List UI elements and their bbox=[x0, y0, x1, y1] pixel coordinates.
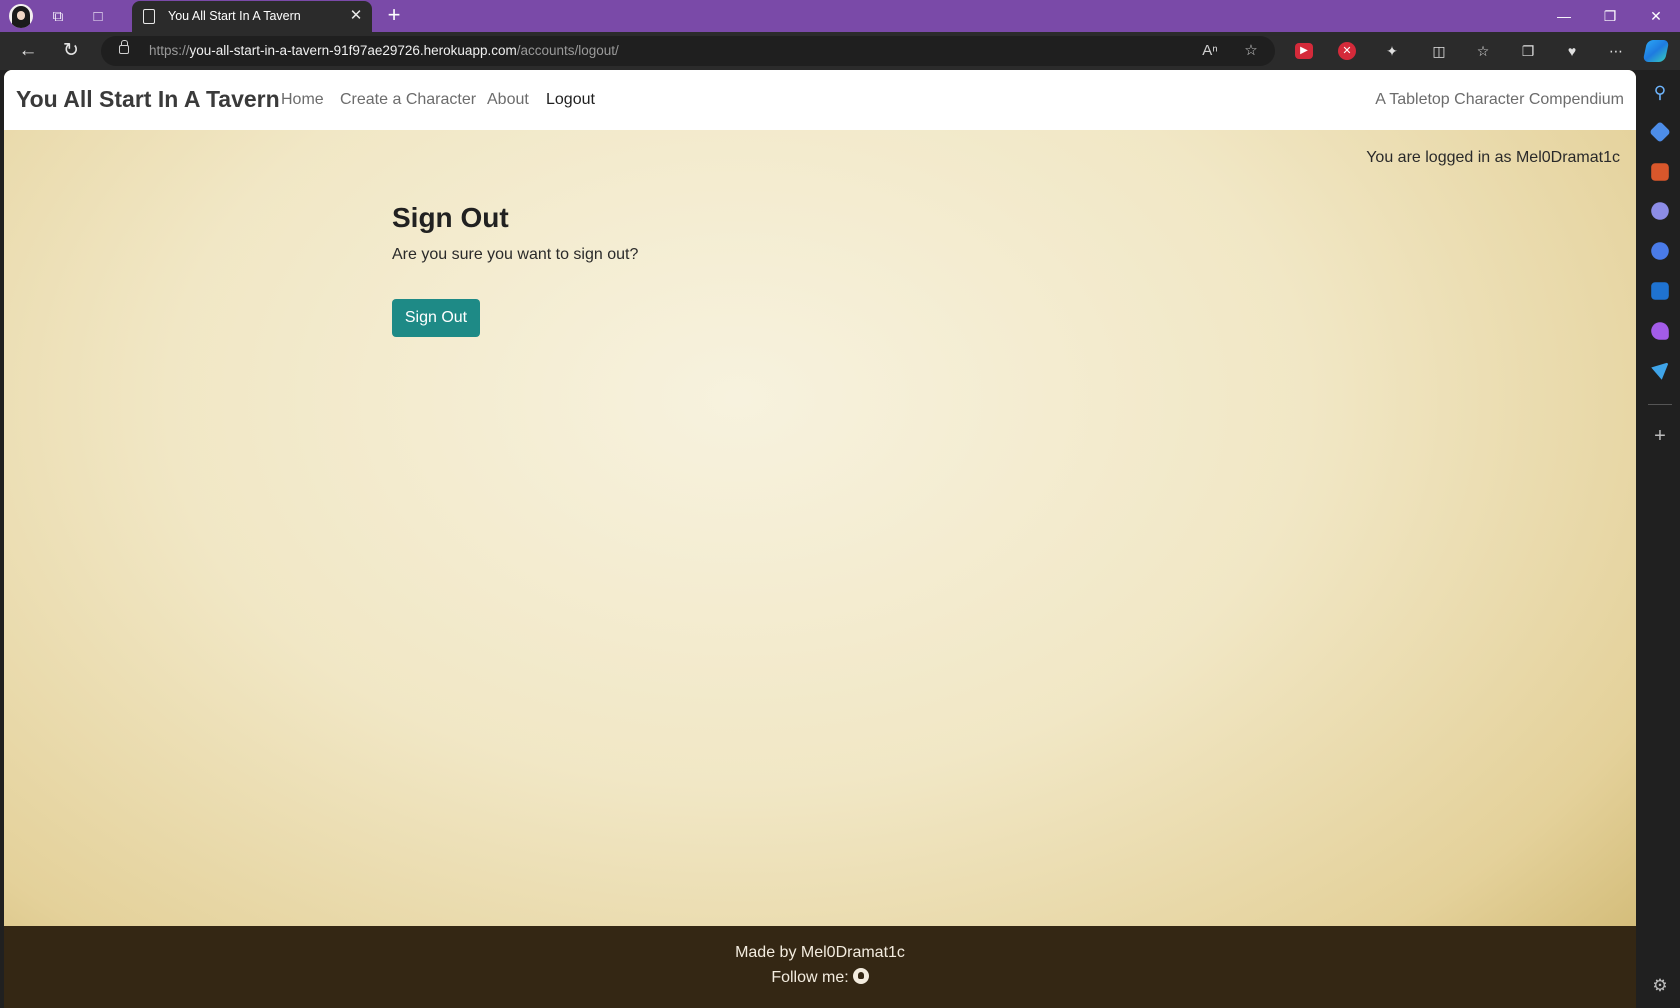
url-path: /accounts/logout/ bbox=[516, 43, 619, 58]
read-aloud-icon[interactable]: Aⁿ bbox=[1199, 40, 1221, 62]
designer-icon[interactable] bbox=[1651, 322, 1669, 340]
close-window-button[interactable]: ✕ bbox=[1633, 0, 1679, 32]
page-title: Sign Out bbox=[392, 202, 509, 233]
search-icon[interactable]: ⚲ bbox=[1649, 82, 1671, 104]
nav-link-create-character[interactable]: Create a Character bbox=[340, 91, 476, 109]
workspaces-icon[interactable]: ⧉ bbox=[46, 4, 70, 28]
site-footer: Made by Mel0Dramat1c Follow me: bbox=[4, 926, 1636, 1008]
back-arrow-icon[interactable]: ← bbox=[16, 39, 40, 63]
nav-link-about[interactable]: About bbox=[487, 91, 529, 109]
microsoft-365-icon[interactable] bbox=[1651, 242, 1669, 260]
lock-icon[interactable] bbox=[119, 40, 129, 54]
restore-button[interactable]: ❐ bbox=[1587, 0, 1633, 32]
extension-red-icon[interactable]: ▶ bbox=[1295, 43, 1313, 59]
gear-icon[interactable]: ⚙ bbox=[1649, 975, 1671, 997]
footer-follow-label: Follow me: bbox=[771, 969, 849, 986]
tab-title: You All Start In A Tavern bbox=[168, 9, 301, 23]
refresh-icon[interactable]: ↻ bbox=[59, 39, 83, 63]
copilot-icon[interactable] bbox=[1642, 40, 1670, 62]
collections-icon[interactable]: ❐ bbox=[1518, 41, 1538, 61]
url-host: you-all-start-in-a-tavern-91f97ae29726.h… bbox=[189, 43, 517, 58]
logged-in-status: You are logged in as Mel0Dramat1c bbox=[1366, 149, 1620, 166]
tools-icon[interactable] bbox=[1651, 163, 1669, 181]
footer-follow: Follow me: bbox=[4, 968, 1636, 987]
extension-block-icon[interactable]: ✕ bbox=[1338, 42, 1356, 60]
site-brand[interactable]: You All Start In A Tavern bbox=[16, 86, 280, 113]
sidebar-divider bbox=[1648, 404, 1672, 405]
games-icon[interactable] bbox=[1651, 202, 1669, 220]
profile-avatar[interactable] bbox=[9, 4, 33, 28]
browser-tab-active[interactable]: You All Start In A Tavern ✕ bbox=[132, 1, 372, 32]
site-tagline: A Tabletop Character Compendium bbox=[1375, 91, 1624, 108]
minimize-button[interactable]: — bbox=[1541, 0, 1587, 32]
tab-actions-icon[interactable]: □ bbox=[86, 4, 110, 28]
site-navbar: You All Start In A Tavern Home Create a … bbox=[4, 70, 1636, 130]
url-prefix: https:// bbox=[149, 43, 190, 58]
browser-essentials-icon[interactable]: ♥ bbox=[1562, 41, 1582, 61]
sign-out-button[interactable]: Sign Out bbox=[392, 299, 480, 337]
favorites-icon[interactable]: ☆ bbox=[1473, 41, 1493, 61]
shopping-tag-icon[interactable] bbox=[1649, 121, 1671, 143]
avatar-face bbox=[17, 11, 25, 20]
close-tab-icon[interactable]: ✕ bbox=[346, 6, 366, 26]
more-icon[interactable]: ⋯ bbox=[1606, 41, 1626, 61]
add-sidebar-app-icon[interactable]: + bbox=[1649, 425, 1671, 447]
send-icon[interactable] bbox=[1651, 362, 1669, 380]
nav-link-home[interactable]: Home bbox=[281, 91, 324, 109]
github-icon[interactable] bbox=[852, 968, 869, 984]
signout-confirmation-text: Are you sure you want to sign out? bbox=[392, 246, 639, 263]
address-bar[interactable]: https://you-all-start-in-a-tavern-91f97a… bbox=[101, 36, 1275, 66]
browser-titlebar: ⧉ □ You All Start In A Tavern ✕ + — ❐ ✕ bbox=[0, 0, 1680, 32]
page-icon bbox=[143, 9, 155, 24]
edge-sidebar: ⚲ + ⚙ bbox=[1640, 70, 1680, 1008]
new-tab-button[interactable]: + bbox=[382, 4, 406, 28]
split-screen-icon[interactable]: ◫ bbox=[1429, 41, 1449, 61]
nav-link-logout[interactable]: Logout bbox=[546, 91, 595, 109]
url-text[interactable]: https://you-all-start-in-a-tavern-91f97a… bbox=[149, 43, 619, 58]
page-viewport: You All Start In A Tavern Home Create a … bbox=[4, 70, 1636, 1008]
browser-toolbar: ← ↻ https://you-all-start-in-a-tavern-91… bbox=[0, 32, 1680, 70]
footer-credit: Made by Mel0Dramat1c bbox=[735, 944, 905, 961]
extensions-puzzle-icon[interactable]: ✦ bbox=[1382, 41, 1402, 61]
star-icon[interactable]: ☆ bbox=[1240, 40, 1262, 62]
outlook-icon[interactable] bbox=[1651, 282, 1669, 300]
